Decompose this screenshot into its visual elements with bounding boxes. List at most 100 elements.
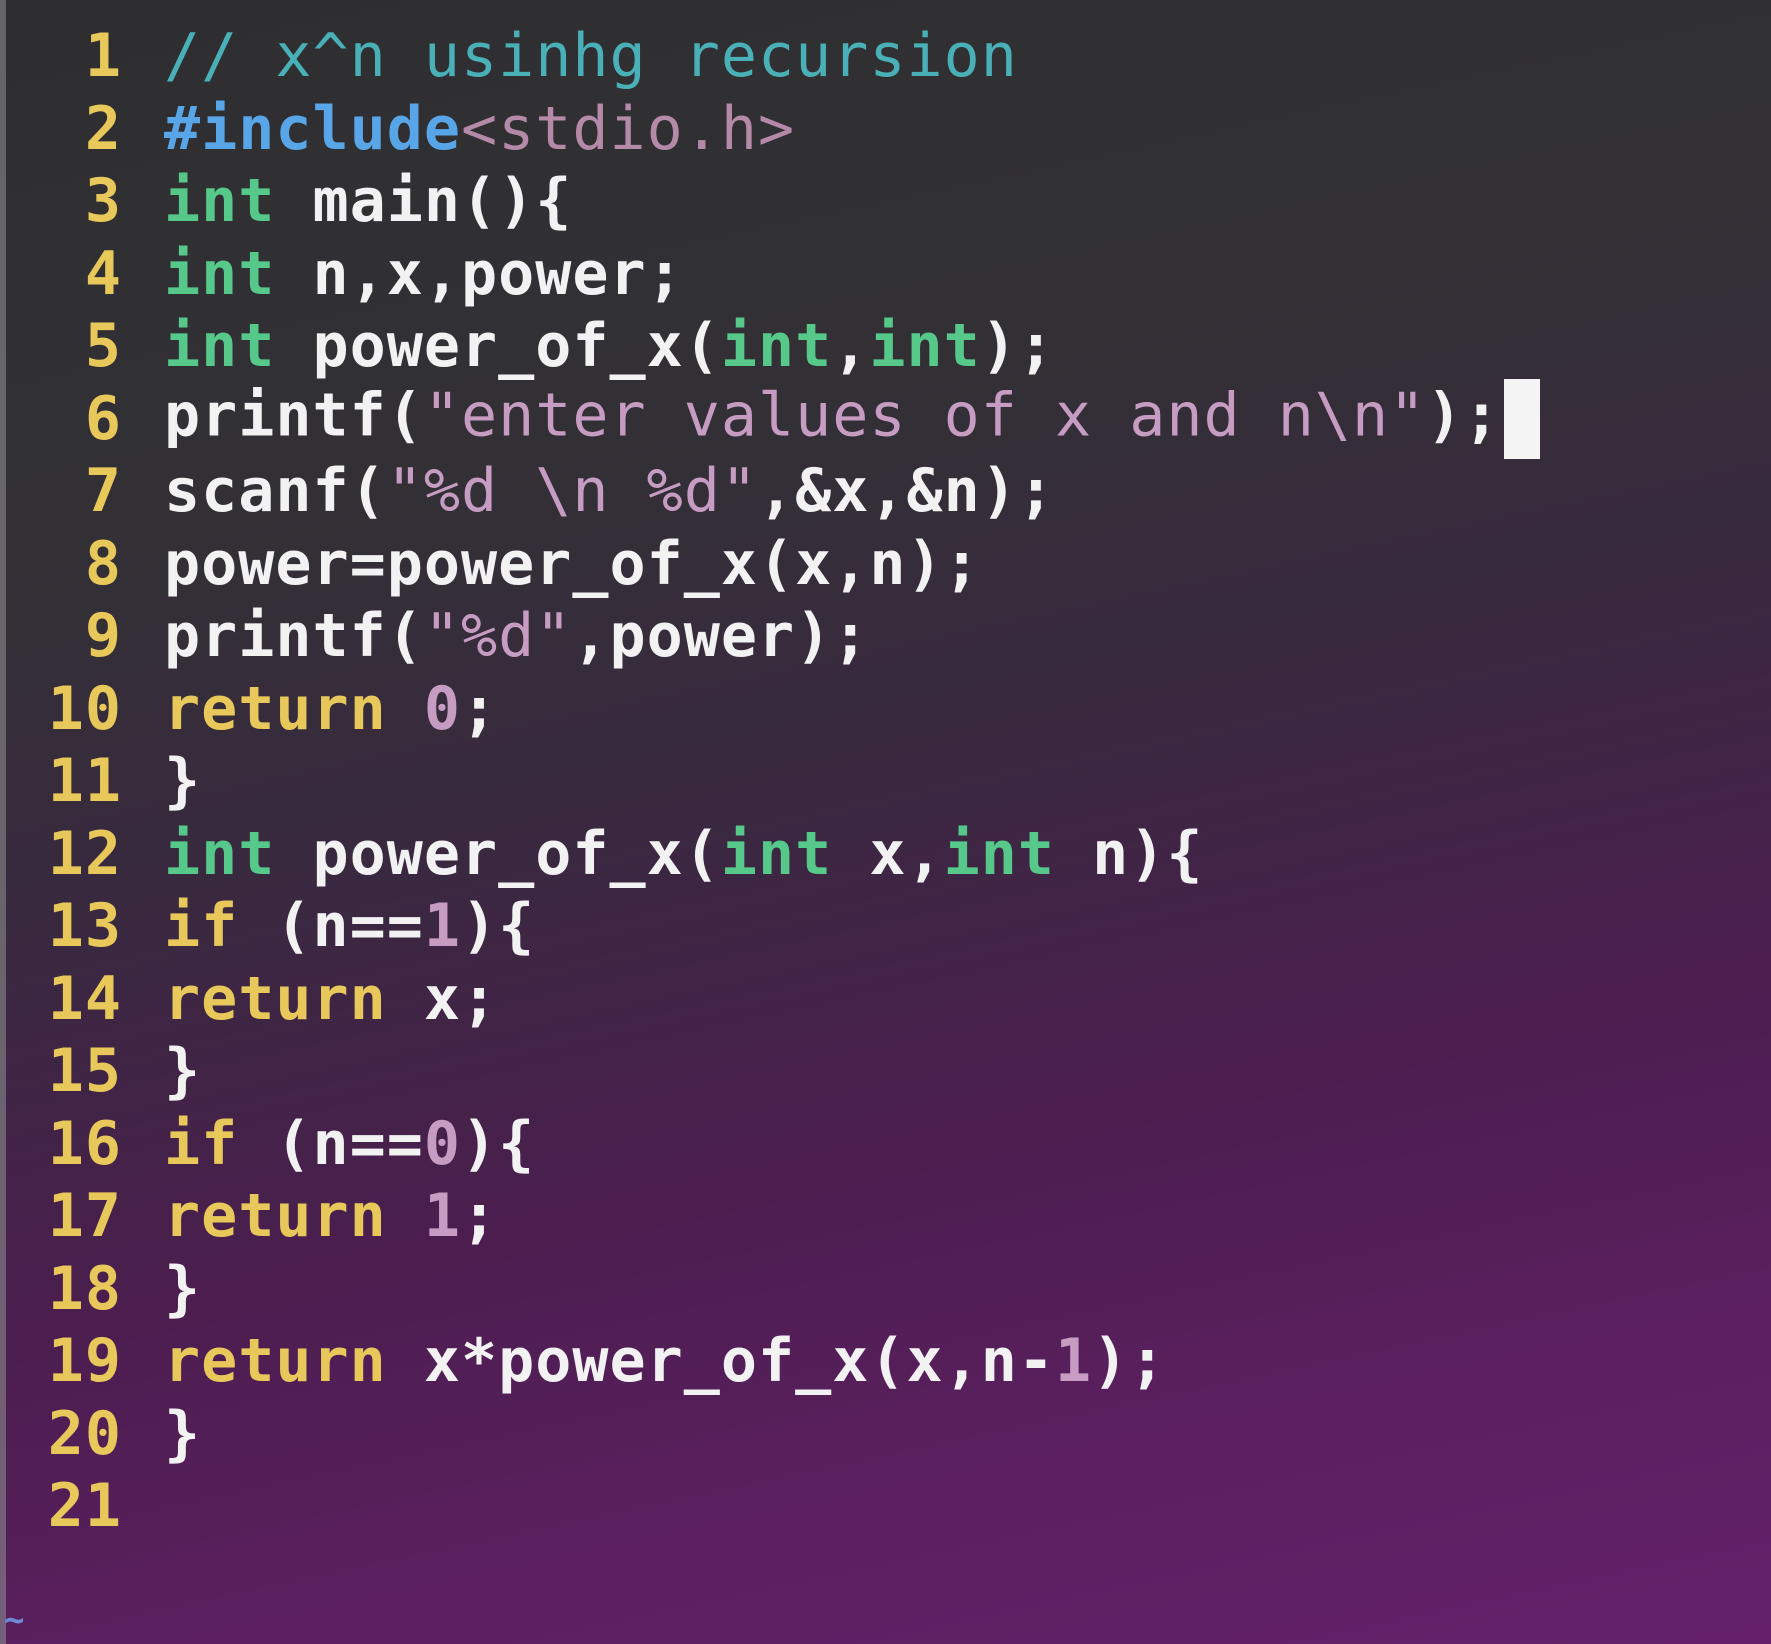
- code-token-str: "%d": [423, 601, 573, 671]
- code-token-plain: ;: [461, 1181, 499, 1251]
- code-token-type: int: [720, 311, 833, 381]
- code-token-plain: );: [1426, 380, 1501, 451]
- code-token-num: 0: [423, 1108, 461, 1179]
- line-number: 16: [47, 1108, 122, 1179]
- code-token-plain: (n==: [238, 891, 424, 961]
- code-text[interactable]: return x;: [164, 964, 498, 1034]
- code-line[interactable]: 3 int main(){: [0, 165, 572, 237]
- code-line[interactable]: 13 if (n==1){: [0, 890, 535, 962]
- code-token-plain: ){: [461, 1108, 536, 1179]
- code-token-num: 1: [423, 891, 461, 961]
- code-token-plain: }: [164, 1398, 202, 1469]
- code-line[interactable]: 14 return x;: [0, 963, 498, 1035]
- code-token-ctl: if: [164, 891, 239, 961]
- code-token-comment: // x^n usinhg recursion: [164, 21, 1018, 91]
- code-text[interactable]: #include<stdio.h>: [164, 94, 795, 164]
- code-text[interactable]: int power_of_x(int x,int n){: [164, 819, 1203, 889]
- line-number: 10: [47, 673, 122, 744]
- code-token-plain: main(){: [275, 166, 573, 236]
- code-line[interactable]: 10 return 0;: [0, 673, 498, 745]
- code-line[interactable]: 21: [0, 1470, 164, 1542]
- code-token-plain: x,: [832, 818, 944, 889]
- line-number: 1: [84, 21, 122, 91]
- empty-line-marker: ~: [4, 1600, 25, 1640]
- code-token-plain: );: [980, 311, 1055, 381]
- line-number: 18: [47, 1253, 122, 1324]
- code-token-plain: power=power_of_x(x,n);: [164, 528, 981, 599]
- line-number: 14: [47, 963, 122, 1034]
- code-line[interactable]: 20}: [0, 1398, 201, 1470]
- code-line[interactable]: 16 if (n==0){: [0, 1108, 535, 1180]
- code-token-plain: x;: [386, 963, 499, 1034]
- code-token-plain: n,x,power;: [275, 238, 684, 309]
- code-token-plain: printf(: [164, 380, 424, 451]
- code-text[interactable]: printf("enter values of x and n\n");: [164, 378, 1541, 459]
- code-line[interactable]: 17 return 1;: [0, 1180, 498, 1252]
- code-token-pre: #include: [164, 93, 461, 164]
- code-token-ctl: return: [164, 963, 387, 1034]
- code-text[interactable]: int power_of_x(int,int);: [164, 311, 1055, 381]
- code-token-type: int: [943, 818, 1055, 889]
- code-token-plain: }: [164, 746, 202, 816]
- line-number: 19: [47, 1326, 122, 1396]
- code-token-type: int: [164, 818, 276, 889]
- code-text[interactable]: power=power_of_x(x,n);: [164, 529, 981, 599]
- line-number: 5: [84, 311, 122, 381]
- code-line[interactable]: 7 scanf("%d \n %d",&x,&n);: [0, 455, 1055, 527]
- code-token-plain: );: [1092, 1326, 1167, 1396]
- code-text[interactable]: return 1;: [164, 1181, 498, 1251]
- code-text[interactable]: if (n==1){: [164, 891, 535, 961]
- code-token-plain: n){: [1054, 818, 1204, 889]
- line-number: 9: [84, 601, 122, 671]
- code-line[interactable]: 19 return x*power_of_x(x,n-1);: [0, 1325, 1166, 1397]
- code-token-str: "enter values of x and n\n": [423, 380, 1427, 451]
- code-text[interactable]: return 0;: [164, 674, 498, 744]
- line-number: 7: [84, 456, 122, 526]
- line-number: 15: [47, 1036, 122, 1106]
- code-editor[interactable]: 1 // x^n usinhg recursion 2 #include<stdio.…: [0, 20, 1771, 1644]
- line-number: 6: [84, 383, 122, 454]
- code-text[interactable]: int n,x,power;: [164, 239, 684, 309]
- code-token-plain: }: [164, 1036, 202, 1106]
- code-line[interactable]: 8 power=power_of_x(x,n);: [0, 528, 981, 600]
- code-token-plain: printf(: [164, 601, 424, 671]
- code-line[interactable]: 15}: [0, 1035, 201, 1107]
- code-text[interactable]: if (n==0){: [164, 1109, 535, 1179]
- code-text[interactable]: // x^n usinhg recursion: [164, 21, 1018, 91]
- code-line[interactable]: 1 // x^n usinhg recursion: [0, 20, 1018, 92]
- code-token-type: int: [164, 311, 276, 381]
- line-number: 21: [47, 1471, 122, 1541]
- code-text[interactable]: }: [164, 1036, 201, 1106]
- code-token-plain: power_of_x(: [275, 818, 721, 889]
- line-number: 4: [84, 238, 122, 309]
- code-text[interactable]: }: [164, 1254, 201, 1324]
- code-line[interactable]: 9 printf("%d",power);: [0, 600, 869, 672]
- code-token-type: int: [164, 166, 276, 236]
- code-text[interactable]: scanf("%d \n %d",&x,&n);: [164, 456, 1055, 526]
- code-line[interactable]: 2 #include<stdio.h>: [0, 93, 795, 165]
- code-token-plain: }: [164, 1253, 202, 1324]
- code-token-plain: ,: [832, 311, 870, 381]
- line-number: 12: [47, 818, 122, 889]
- code-line[interactable]: 4 int n,x,power;: [0, 238, 684, 310]
- code-text[interactable]: }: [164, 746, 201, 816]
- code-token-hdr: <stdio.h>: [460, 93, 796, 164]
- code-line[interactable]: 11}: [0, 745, 201, 817]
- line-number: 8: [84, 528, 122, 599]
- code-token-plain: scanf(: [164, 456, 387, 526]
- code-text[interactable]: int main(){: [164, 166, 572, 236]
- line-number: 11: [47, 746, 122, 816]
- code-line[interactable]: 6 printf("enter values of x and n\n");: [0, 378, 1541, 459]
- code-text[interactable]: }: [164, 1399, 201, 1469]
- code-line[interactable]: 18}: [0, 1253, 201, 1325]
- code-text[interactable]: return x*power_of_x(x,n-1);: [164, 1326, 1166, 1396]
- code-text[interactable]: printf("%d",power);: [164, 601, 869, 671]
- code-token-ctl: return: [164, 1326, 387, 1396]
- code-token-ctl: return: [164, 673, 387, 744]
- code-token-plain: x*power_of_x(x,n-: [386, 1326, 1055, 1396]
- code-token-ctl: return: [164, 1181, 387, 1251]
- code-line[interactable]: 5 int power_of_x(int,int);: [0, 310, 1055, 382]
- code-line[interactable]: 12 int power_of_x(int x,int n){: [0, 818, 1203, 890]
